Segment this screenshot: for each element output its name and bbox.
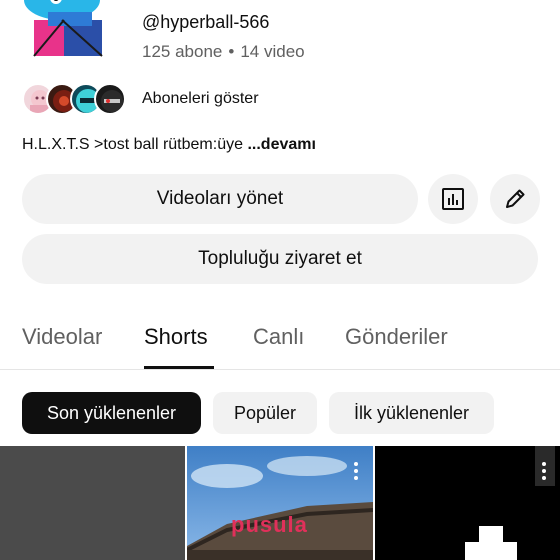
short-overlay-text: pusula [231, 512, 308, 537]
show-subscribers-row[interactable]: Aboneleri göster [22, 80, 259, 118]
separator-dot: • [228, 42, 235, 61]
description-text: H.L.X.T.S >tost ball rütbem:üye [22, 136, 243, 153]
pencil-icon [506, 189, 525, 208]
more-vert-icon[interactable] [537, 460, 551, 482]
short-thumbnail-image [465, 446, 555, 560]
bar-chart-icon [442, 188, 464, 210]
channel-avatar[interactable] [22, 0, 114, 62]
filter-chip-popular[interactable]: Popüler [213, 392, 317, 434]
subscriber-count: 125 abone [142, 42, 223, 61]
short-thumbnail[interactable] [375, 446, 560, 560]
tab-posts[interactable]: Gönderiler [345, 324, 448, 350]
subscriber-avatars [22, 81, 132, 117]
description-more-link[interactable]: ...devamı [247, 136, 315, 153]
channel-description[interactable]: H.L.X.T.S >tost ball rütbem:üye ...devam… [22, 136, 316, 154]
visit-community-button[interactable]: Topluluğu ziyaret et [22, 234, 538, 284]
channel-tabs: Videolar Shorts Canlı Gönderiler [0, 310, 560, 370]
analytics-button[interactable] [428, 174, 478, 224]
filter-chip-oldest[interactable]: İlk yüklenenler [329, 392, 494, 434]
channel-avatar-art [22, 0, 114, 62]
subscriber-avatar [94, 83, 126, 115]
tab-shorts[interactable]: Shorts [144, 324, 208, 350]
active-tab-indicator [144, 366, 214, 369]
filter-chip-latest[interactable]: Son yüklenenler [22, 392, 201, 434]
video-count: 14 video [240, 42, 305, 61]
channel-stats: 125 abone • 14 video [142, 42, 305, 62]
short-thumbnail-image [187, 456, 373, 560]
channel-handle: @hyperball-566 [142, 12, 270, 32]
manage-videos-button[interactable]: Videoları yönet [22, 174, 418, 224]
show-subscribers-link[interactable]: Aboneleri göster [142, 90, 259, 108]
more-vert-icon[interactable] [349, 460, 363, 482]
tab-videos[interactable]: Videolar [22, 324, 102, 350]
tab-live[interactable]: Canlı [253, 324, 304, 350]
short-thumbnail[interactable] [0, 446, 185, 560]
short-thumbnail[interactable]: pusula [187, 446, 373, 560]
edit-channel-button[interactable] [490, 174, 540, 224]
